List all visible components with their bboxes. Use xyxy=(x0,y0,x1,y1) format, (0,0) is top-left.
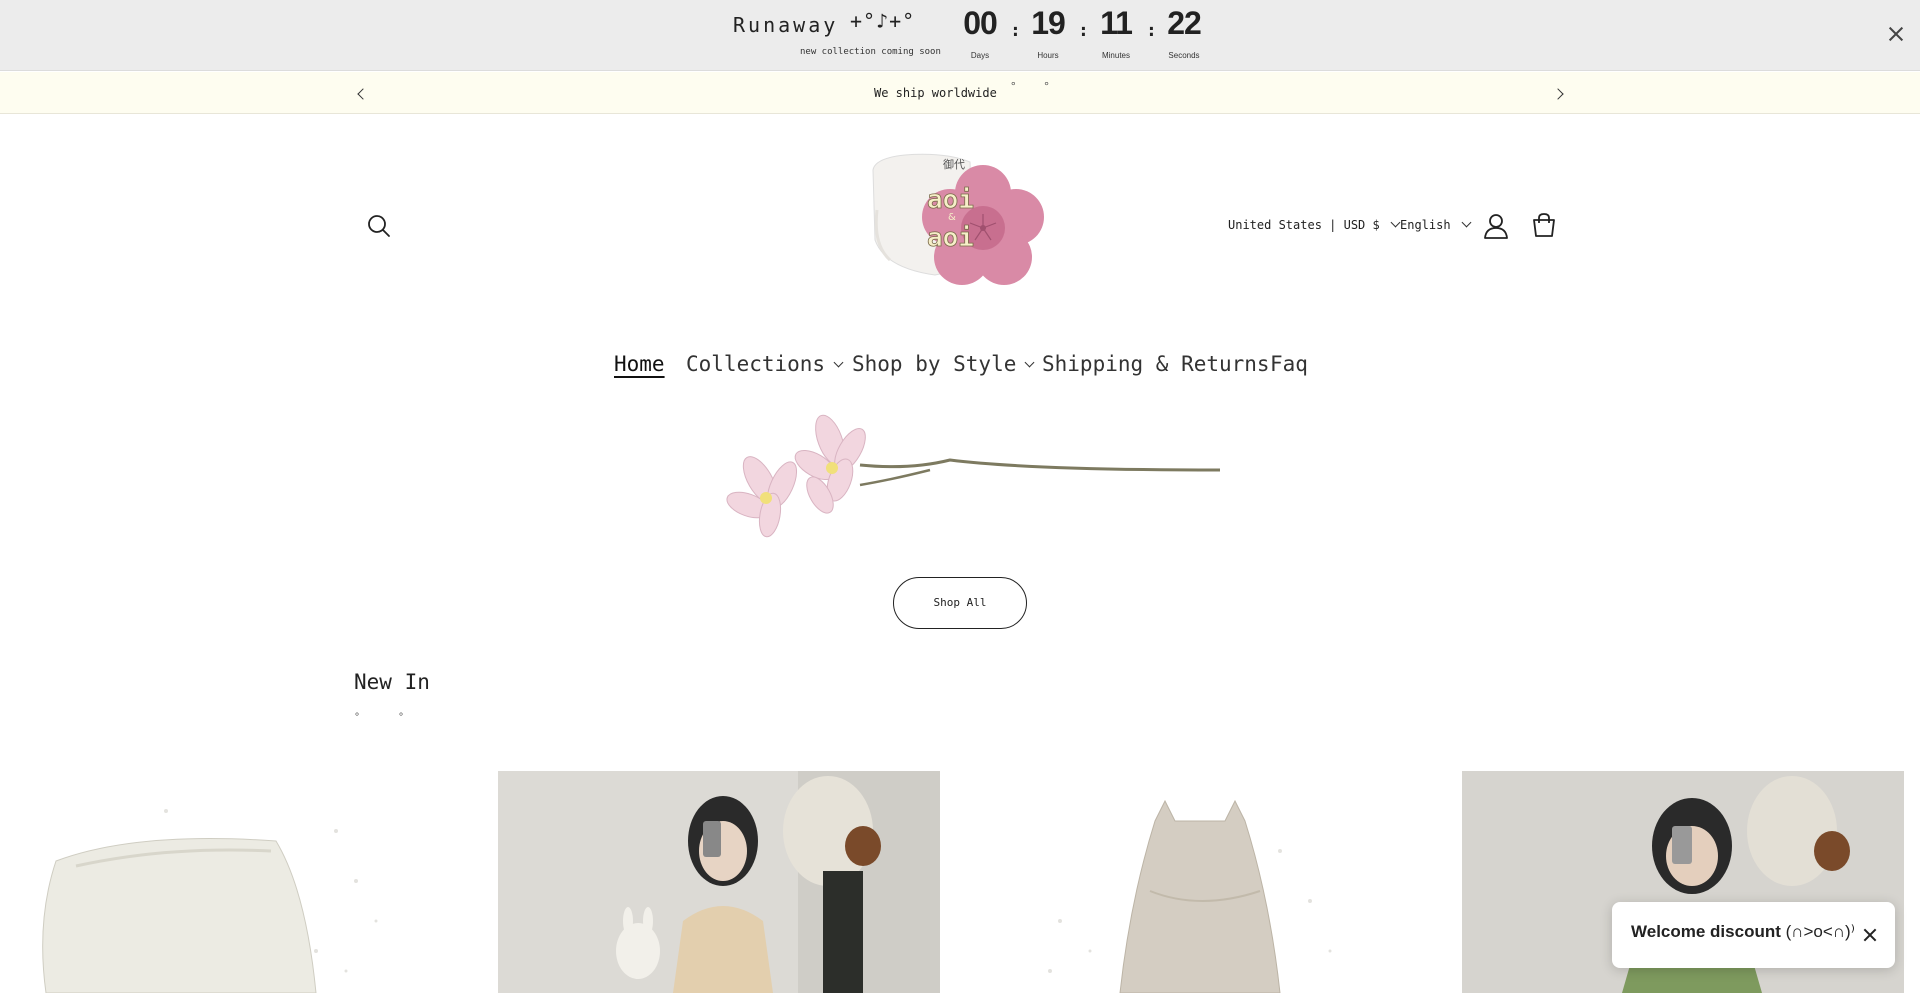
language-selector[interactable]: English xyxy=(1400,217,1472,232)
site-logo[interactable]: 御代 aoi & aoi xyxy=(865,150,1050,300)
main-nav: Home Collections Shop by Style Shipping … xyxy=(0,352,1920,388)
country-label: United States | USD $ xyxy=(1228,218,1380,232)
announcement-deco: ° ° xyxy=(1010,80,1060,93)
minutes-label: Minutes xyxy=(1101,51,1130,60)
nav-item-label: Collections xyxy=(686,352,826,376)
countdown-seconds: 22 Seconds xyxy=(1154,4,1214,60)
product-image xyxy=(498,771,940,993)
country-selector[interactable]: United States | USD $ xyxy=(1228,217,1401,232)
days-label: Days xyxy=(970,51,990,60)
nav-item-faq[interactable]: Faq xyxy=(1270,352,1308,376)
close-icon[interactable] xyxy=(1884,22,1908,46)
product-card[interactable] xyxy=(980,771,1422,993)
product-image xyxy=(16,771,458,993)
countdown-subtitle: new collection coming soon xyxy=(800,47,941,57)
announcement-text: We ship worldwide xyxy=(874,86,997,100)
countdown-bar: Runaway +°♪+° new collection coming soon… xyxy=(0,0,1920,71)
chevron-down-icon xyxy=(1390,217,1401,228)
hours-label: Hours xyxy=(1037,51,1059,60)
nav-item-shipping-returns[interactable]: Shipping & Returns xyxy=(1042,352,1270,376)
cart-icon[interactable] xyxy=(1530,211,1558,239)
hero-flower-image xyxy=(710,410,1230,550)
logo-text-bottom: aoi xyxy=(927,223,974,253)
svg-text:&: & xyxy=(948,212,956,223)
nav-item-shop-by-style[interactable]: Shop by Style xyxy=(852,352,1035,376)
days-value: 00 xyxy=(963,5,998,41)
chevron-left-icon[interactable] xyxy=(351,84,371,104)
welcome-face: (∩>o<∩)⁾ xyxy=(1785,922,1855,941)
countdown-sparkle: +°♪+° xyxy=(850,9,916,33)
product-card[interactable] xyxy=(16,771,458,993)
chevron-down-icon xyxy=(1461,217,1472,228)
section-deco: ° ° xyxy=(354,712,421,723)
product-card[interactable] xyxy=(498,771,940,993)
hours-value: 19 xyxy=(1031,5,1066,41)
countdown-title: Runaway xyxy=(733,13,839,37)
nav-item-label: Shop by Style xyxy=(852,352,1017,376)
account-icon[interactable] xyxy=(1482,212,1510,240)
chevron-down-icon xyxy=(1024,357,1035,368)
seconds-label: Seconds xyxy=(1168,51,1200,60)
nav-item-home[interactable]: Home xyxy=(614,352,665,376)
announcement-bar: We ship worldwide ° ° xyxy=(0,72,1920,114)
countdown-minutes: 11 Minutes xyxy=(1086,4,1146,60)
welcome-label: Welcome discount xyxy=(1631,922,1781,941)
welcome-discount-popup[interactable]: Welcome discount (∩>o<∩)⁾ xyxy=(1612,902,1895,968)
chevron-down-icon xyxy=(833,357,844,368)
countdown-hours: 19 Hours xyxy=(1018,4,1078,60)
logo-text-top: aoi xyxy=(927,185,974,215)
chevron-right-icon[interactable] xyxy=(1550,84,1570,104)
shop-all-button[interactable]: Shop All xyxy=(893,577,1027,629)
search-icon[interactable] xyxy=(365,212,393,240)
nav-item-collections[interactable]: Collections xyxy=(686,352,844,376)
section-title: New In xyxy=(354,670,430,694)
minutes-value: 11 xyxy=(1100,5,1133,41)
seconds-value: 22 xyxy=(1167,5,1202,41)
countdown-days: 00 Days xyxy=(950,4,1010,60)
product-image xyxy=(980,771,1422,993)
welcome-text: Welcome discount (∩>o<∩)⁾ xyxy=(1631,922,1855,942)
language-label: English xyxy=(1400,218,1451,232)
logo-kanji: 御代 xyxy=(943,157,965,171)
close-icon[interactable] xyxy=(1860,925,1880,945)
